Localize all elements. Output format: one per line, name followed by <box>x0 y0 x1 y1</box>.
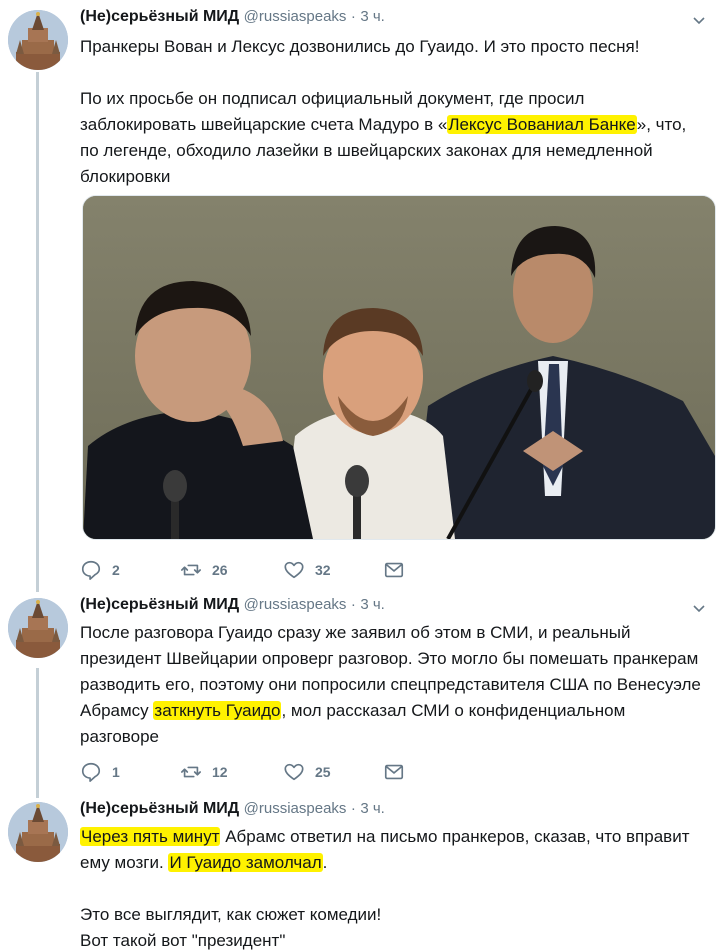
author-handle[interactable]: @russiaspeaks <box>244 596 347 613</box>
separator: · <box>350 596 356 613</box>
retweet-button[interactable]: 12 <box>180 760 228 784</box>
message-button[interactable] <box>383 760 415 784</box>
author-name[interactable]: (Не)серьёзный МИД <box>80 8 239 25</box>
separator: · <box>350 800 356 817</box>
highlighted-text: И Гуаидо замолчал <box>168 853 323 872</box>
tweet[interactable]: (Не)серьёзный МИД @russiaspeaks · 3 ч. П… <box>0 0 722 590</box>
photo-three-men <box>83 196 715 539</box>
tweet-paragraph: После разговора Гуаидо сразу же заявил о… <box>80 620 705 750</box>
tweet-actions: 2 26 32 <box>80 558 410 582</box>
tweet-paragraph: По их просьбе он подписал официальный до… <box>80 86 705 190</box>
reply-count: 1 <box>112 764 120 780</box>
tweet-paragraph-line: Это все выглядит, как сюжет комедии! <box>80 905 382 924</box>
reply-button[interactable]: 1 <box>80 760 120 784</box>
like-icon <box>284 561 304 579</box>
tweet-paragraph-line: Вот такой вот "президент" <box>80 931 286 950</box>
tweet[interactable]: (Не)серьёзный МИД @russiaspeaks · 3 ч. П… <box>0 592 722 792</box>
text-segment: . <box>322 853 328 872</box>
like-count: 25 <box>315 764 331 780</box>
timestamp[interactable]: 3 ч. <box>360 800 385 817</box>
message-icon <box>384 764 404 780</box>
chevron-down-icon[interactable] <box>692 14 706 28</box>
retweet-count: 12 <box>212 764 228 780</box>
retweet-button[interactable]: 26 <box>180 558 228 582</box>
author-name[interactable]: (Не)серьёзный МИД <box>80 800 239 817</box>
author-name[interactable]: (Не)серьёзный МИД <box>80 596 239 613</box>
avatar[interactable] <box>8 598 68 658</box>
highlighted-text: заткнуть Гуаидо <box>153 701 282 720</box>
reply-count: 2 <box>112 562 120 578</box>
avatar[interactable] <box>8 10 68 70</box>
chevron-down-icon[interactable] <box>692 602 706 616</box>
retweet-icon <box>181 766 201 778</box>
author-handle[interactable]: @russiaspeaks <box>244 800 347 817</box>
like-icon <box>284 763 304 781</box>
tweet-photo[interactable] <box>82 195 716 540</box>
tweet-paragraph: Через пять минут Абрамс ответил на письм… <box>80 824 705 876</box>
tweet-header: (Не)серьёзный МИД @russiaspeaks · 3 ч. <box>80 800 385 822</box>
kremlin-avatar-icon <box>8 598 68 658</box>
avatar[interactable] <box>8 802 68 862</box>
tweet-actions: 1 12 25 <box>80 760 410 784</box>
tweet-thread: (Не)серьёзный МИД @russiaspeaks · 3 ч. П… <box>0 0 722 952</box>
tweet-text: Через пять минут Абрамс ответил на письм… <box>80 824 705 952</box>
like-button[interactable]: 25 <box>283 760 331 784</box>
author-handle[interactable]: @russiaspeaks <box>244 8 347 25</box>
tweet-paragraph: Пранкеры Вован и Лексус дозвонились до Г… <box>80 37 640 56</box>
separator: · <box>350 8 356 25</box>
reply-icon <box>81 560 101 580</box>
reply-icon <box>81 762 101 782</box>
message-icon <box>384 562 404 578</box>
highlighted-text: Лексус Вованиал Банке <box>447 115 637 134</box>
like-button[interactable]: 32 <box>283 558 331 582</box>
timestamp[interactable]: 3 ч. <box>360 596 385 613</box>
retweet-icon <box>181 564 201 576</box>
highlighted-text: Через пять минут <box>80 827 221 846</box>
kremlin-avatar-icon <box>8 802 68 862</box>
reply-button[interactable]: 2 <box>80 558 120 582</box>
tweet-header: (Не)серьёзный МИД @russiaspeaks · 3 ч. <box>80 8 385 30</box>
kremlin-avatar-icon <box>8 10 68 70</box>
like-count: 32 <box>315 562 331 578</box>
retweet-count: 26 <box>212 562 228 578</box>
tweet-header: (Не)серьёзный МИД @russiaspeaks · 3 ч. <box>80 596 385 618</box>
message-button[interactable] <box>383 558 415 582</box>
tweet[interactable]: (Не)серьёзный МИД @russiaspeaks · 3 ч. Ч… <box>0 796 722 952</box>
timestamp[interactable]: 3 ч. <box>360 8 385 25</box>
tweet-text: После разговора Гуаидо сразу же заявил о… <box>80 620 705 750</box>
tweet-text: Пранкеры Вован и Лексус дозвонились до Г… <box>80 34 705 190</box>
